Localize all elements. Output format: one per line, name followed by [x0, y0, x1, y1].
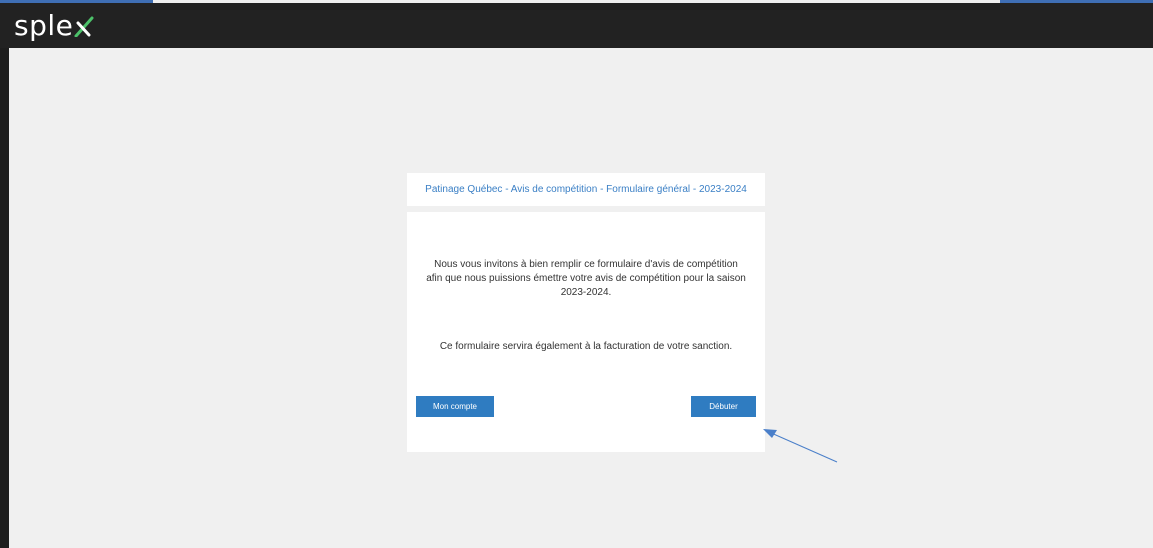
- start-button[interactable]: Débuter: [691, 396, 756, 417]
- intro-line: 2023-2024.: [560, 287, 612, 298]
- arrow-pointing-icon: [755, 420, 845, 473]
- left-edge-bar: [0, 48, 9, 548]
- splex-logo[interactable]: sple: [14, 10, 94, 42]
- form-title: Patinage Québec - Avis de compétition - …: [425, 184, 747, 195]
- logo-text: sple: [14, 9, 74, 42]
- intro-line: Nous vous invitons à bien remplir ce for…: [434, 259, 738, 270]
- intro-line: afin que nous puissions émettre votre av…: [426, 273, 746, 284]
- billing-note: Ce formulaire servira également à la fac…: [439, 341, 733, 352]
- intro-text: Nous vous invitons à bien remplir ce for…: [423, 258, 749, 300]
- header-bar: sple: [0, 3, 1153, 48]
- account-button[interactable]: Mon compte: [416, 396, 494, 417]
- form-main-card: Nous vous invitons à bien remplir ce for…: [407, 212, 765, 452]
- form-title-card: Patinage Québec - Avis de compétition - …: [407, 173, 765, 206]
- logo-x-icon: [74, 12, 94, 38]
